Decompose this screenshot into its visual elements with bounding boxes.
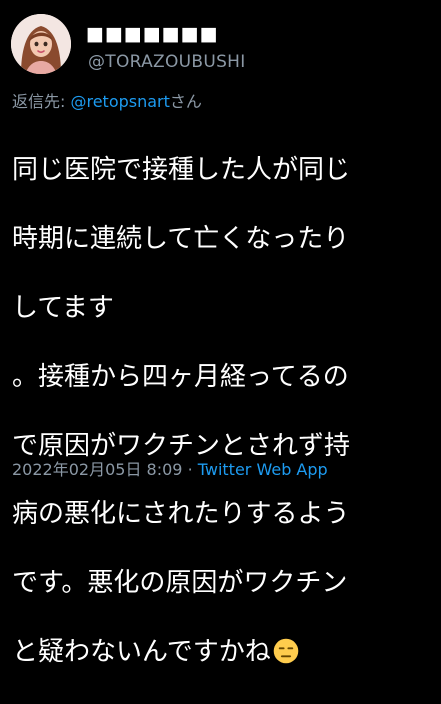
tweet-line: 。接種から四ヶ月経ってるの: [12, 361, 349, 392]
author-handle[interactable]: @TORAZOUBUSHI: [88, 51, 246, 73]
tweet-line: 病の悪化にされたりするよう: [12, 499, 350, 530]
tweet-line: で原因がワクチンとされず持: [12, 430, 351, 461]
source-app-link[interactable]: Twitter Web App: [198, 460, 328, 479]
replying-suffix: さん: [169, 92, 202, 111]
tweet-line: 同じ医院で接種した人が同じ: [12, 155, 351, 186]
tweet-card: ■■■■■■■ @TORAZOUBUSHI 返信先: @retopsnartさん…: [0, 0, 441, 667]
author-avatar[interactable]: [11, 14, 71, 74]
avatar-illustration-icon: [11, 14, 71, 74]
tweet-line: 時期に連続して亡くなったり: [12, 224, 350, 255]
meta-separator: ·: [187, 460, 193, 479]
author-display-name[interactable]: ■■■■■■■: [86, 24, 236, 44]
tweet-line: と疑わないんですかね: [12, 637, 271, 668]
tweet-line-last: と疑わないんですかね: [12, 635, 437, 669]
replying-prefix: 返信先:: [12, 92, 71, 111]
tweet-timestamp[interactable]: 2022年02月05日 8:09: [12, 460, 182, 479]
expressionless-face-icon: [273, 638, 298, 664]
tweet-text: 同じ医院で接種した人が同じ 時期に連続して亡くなったり してます 。接種から四ヶ…: [12, 119, 437, 704]
tweet-meta: 2022年02月05日 8:09 · Twitter Web App: [12, 459, 328, 481]
tweet-line: してます: [12, 293, 114, 324]
reply-mention-link[interactable]: @retopsnart: [70, 92, 169, 111]
tweet-line: です。悪化の原因がワクチン: [12, 568, 348, 599]
replying-to: 返信先: @retopsnartさん: [12, 92, 202, 112]
